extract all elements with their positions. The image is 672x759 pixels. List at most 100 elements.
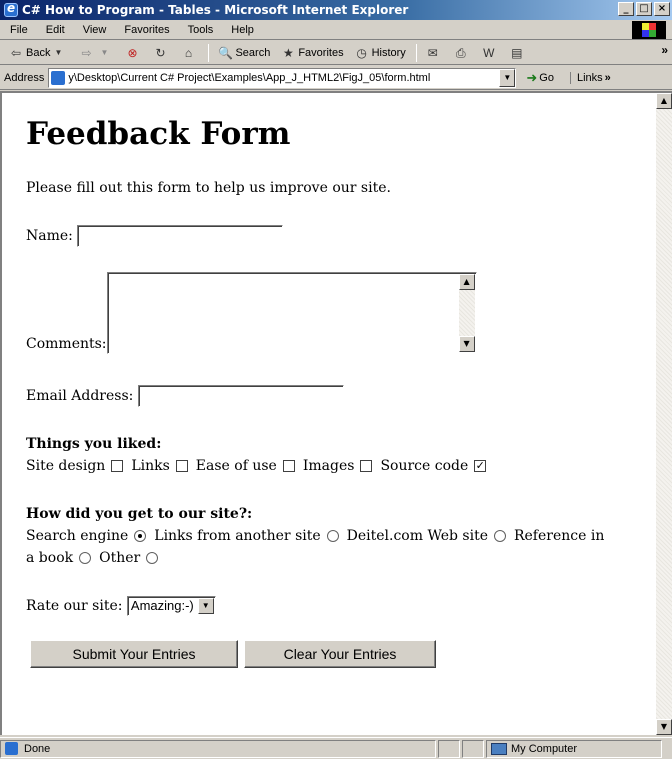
liked-label: Images xyxy=(302,458,355,474)
menu-file[interactable]: File xyxy=(10,24,28,36)
submit-button[interactable]: Submit Your Entries xyxy=(30,640,238,668)
windows-logo-icon xyxy=(632,21,666,39)
how-heading: How did you get to our site?: xyxy=(26,503,252,525)
edit-button[interactable]: W xyxy=(481,45,499,61)
comments-label: Comments: xyxy=(26,336,107,352)
rate-value: Amazing:-) xyxy=(130,598,194,613)
toolbar-overflow-icon[interactable]: » xyxy=(661,43,668,57)
refresh-button[interactable]: ↻ xyxy=(152,45,170,61)
search-button[interactable]: 🔍 Search xyxy=(217,45,270,61)
favorites-button[interactable]: ★ Favorites xyxy=(280,45,344,61)
menu-bar: File Edit View Favorites Tools Help xyxy=(0,20,672,40)
toolbar-separator xyxy=(208,43,210,62)
address-bar: Address y\Desktop\Current C# Project\Exa… xyxy=(0,66,672,90)
page-icon xyxy=(51,70,66,85)
status-text-panel: Done xyxy=(0,739,436,758)
liked-label: Source code xyxy=(380,458,469,474)
address-label: Address xyxy=(4,71,45,84)
checkbox-links[interactable] xyxy=(175,460,188,472)
title-bar: C# How to Program - Tables - Microsoft I… xyxy=(0,0,672,20)
clear-button[interactable]: Clear Your Entries xyxy=(244,640,436,668)
discuss-button[interactable]: ▤ xyxy=(509,45,527,61)
email-label: Email Address: xyxy=(26,388,134,404)
scroll-down-icon[interactable]: ▼ xyxy=(458,336,475,352)
status-panel xyxy=(462,739,484,758)
checkbox-ease-of-use[interactable] xyxy=(282,460,295,472)
toolbar: ⇦ Back ▼ ⇨ ▼ ⊗ ↻ ⌂ 🔍 Search ★ Favorites … xyxy=(0,41,672,65)
status-text: Done xyxy=(24,742,51,755)
menu-view[interactable]: View xyxy=(83,24,107,36)
mail-button[interactable]: ✉ xyxy=(425,45,443,61)
status-zone-panel: My Computer xyxy=(486,739,662,758)
search-icon: 🔍 xyxy=(217,45,233,60)
dropdown-arrow-icon: ▼ xyxy=(54,47,63,57)
checkbox-site-design[interactable] xyxy=(111,460,124,472)
page-icon xyxy=(5,742,18,755)
scroll-up-icon[interactable]: ▲ xyxy=(458,274,475,290)
back-button[interactable]: ⇦ Back ▼ xyxy=(8,45,68,61)
minimize-button[interactable]: _ xyxy=(618,2,634,16)
liked-label: Ease of use xyxy=(195,458,277,474)
rate-label: Rate our site: xyxy=(26,598,123,614)
name-row: Name: xyxy=(26,225,284,247)
scroll-down-icon[interactable]: ▼ xyxy=(656,719,672,735)
status-panel xyxy=(438,739,460,758)
computer-icon xyxy=(491,742,507,755)
back-label: Back xyxy=(26,46,51,59)
name-label: Name: xyxy=(26,228,73,244)
how-heading-text: How did you get to our site?: xyxy=(26,506,253,522)
page-title: Feedback Form xyxy=(26,116,291,152)
links-chevron-icon: » xyxy=(604,71,611,84)
window-controls: _ □ × xyxy=(618,2,670,16)
print-button[interactable]: ⎙ xyxy=(453,45,471,61)
toolbar-separator xyxy=(415,43,417,62)
address-value: y\Desktop\Current C# Project\Examples\Ap… xyxy=(68,71,431,84)
forward-arrow-icon: ⇨ xyxy=(81,45,92,60)
links-button[interactable]: Links» xyxy=(569,71,611,84)
home-button[interactable]: ⌂ xyxy=(180,45,198,61)
menu-favorites[interactable]: Favorites xyxy=(124,24,169,36)
ie-icon xyxy=(4,1,18,17)
forward-button[interactable]: ⇨ ▼ xyxy=(78,45,114,61)
word-icon: W xyxy=(483,45,495,60)
favorites-label: Favorites xyxy=(298,46,344,59)
radio-links-from-another-site[interactable] xyxy=(326,530,339,542)
comments-textarea[interactable]: ▲ ▼ xyxy=(106,272,477,354)
address-input[interactable]: y\Desktop\Current C# Project\Examples\Ap… xyxy=(48,67,517,88)
name-input[interactable] xyxy=(77,225,284,247)
search-label: Search xyxy=(235,46,271,59)
how-label: Search engine xyxy=(26,528,129,544)
page-scrollbar[interactable]: ▲ ▼ xyxy=(656,93,672,735)
checkbox-images[interactable] xyxy=(360,460,373,472)
menu-help[interactable]: Help xyxy=(231,24,254,36)
rate-select[interactable]: Amazing:-) ▼ xyxy=(126,596,216,616)
menu-tools[interactable]: Tools xyxy=(188,24,214,36)
status-zone: My Computer xyxy=(511,742,578,755)
history-button[interactable]: ◷ History xyxy=(354,45,405,61)
stop-button[interactable]: ⊗ xyxy=(124,45,142,61)
select-dropdown-icon[interactable]: ▼ xyxy=(197,598,214,614)
comments-row: Comments: ▲ ▼ xyxy=(26,272,477,354)
radio-other[interactable] xyxy=(146,552,159,564)
radio-deitel-web-site[interactable] xyxy=(493,530,506,542)
links-label: Links xyxy=(576,71,603,84)
how-row-1: Search engine Links from another site Deit… xyxy=(26,525,604,547)
go-button[interactable]: ➜ Go xyxy=(526,70,554,86)
address-dropdown-icon[interactable]: ▼ xyxy=(499,68,516,87)
comments-scrollbar[interactable]: ▲ ▼ xyxy=(458,274,475,352)
how-label: Deitel.com Web site xyxy=(346,528,488,544)
menu-edit[interactable]: Edit xyxy=(46,24,65,36)
email-input[interactable] xyxy=(137,385,344,407)
scroll-up-icon[interactable]: ▲ xyxy=(656,93,672,109)
maximize-button[interactable]: □ xyxy=(636,2,652,16)
radio-search-engine[interactable] xyxy=(134,530,147,542)
stop-icon: ⊗ xyxy=(127,45,138,60)
how-label: Links from another site xyxy=(154,528,321,544)
liked-label: Site design xyxy=(26,458,106,474)
radio-reference-in-a-book[interactable] xyxy=(79,552,92,564)
dropdown-arrow-icon: ▼ xyxy=(100,47,109,57)
close-button[interactable]: × xyxy=(654,2,670,16)
checkbox-source-code[interactable]: ✓ xyxy=(474,460,487,472)
status-bar: Done My Computer xyxy=(0,737,672,759)
liked-row: Site design Links Ease of use Images Source … xyxy=(26,455,494,477)
